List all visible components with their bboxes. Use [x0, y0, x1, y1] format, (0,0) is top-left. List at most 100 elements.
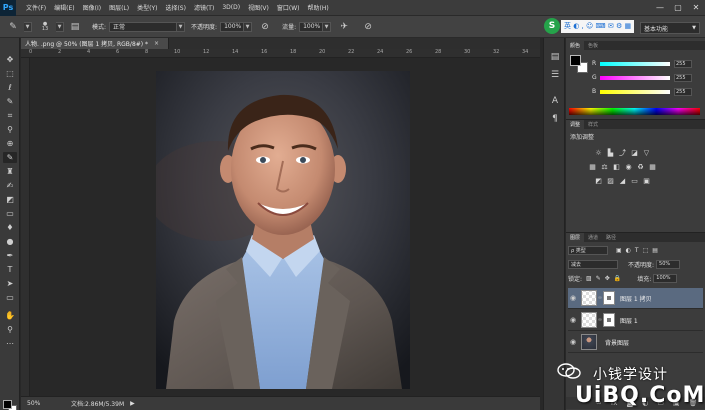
menu-select[interactable]: 选择(S)	[161, 3, 190, 12]
lasso-tool-icon[interactable]: ℓ	[3, 82, 17, 93]
layer-row[interactable]: ◉ ∞ 图层 1 拷贝	[568, 288, 703, 309]
flow-dropdown-arrow[interactable]: ▼	[323, 21, 332, 32]
posterize-icon[interactable]: ▨	[606, 176, 615, 185]
gradient-tool-icon[interactable]: ▭	[3, 208, 17, 219]
menu-type[interactable]: 类型(Y)	[133, 3, 161, 12]
levels-icon[interactable]: ▙	[606, 148, 615, 157]
airbrush-icon[interactable]: ✈	[337, 20, 351, 34]
minimize-button[interactable]: —	[651, 0, 669, 16]
mode-select[interactable]: 正常	[109, 21, 178, 32]
workspace-select[interactable]: 基本功能 ▼	[640, 22, 700, 34]
menu-file[interactable]: 文件(F)	[22, 3, 50, 12]
quick-select-tool-icon[interactable]: ✎	[3, 96, 17, 107]
brush-size-picker[interactable]: ● 13	[38, 20, 52, 34]
crop-tool-icon[interactable]: ⌗	[3, 110, 17, 121]
pressure-size-icon[interactable]: ⊘	[361, 20, 375, 34]
healing-brush-tool-icon[interactable]: ⊕	[3, 138, 17, 149]
red-value[interactable]: 255	[674, 59, 692, 68]
foreground-color-swatch[interactable]	[570, 55, 581, 66]
status-menu-arrow[interactable]: ▶	[130, 400, 135, 407]
brightness-icon[interactable]: ☼	[594, 148, 603, 157]
eye-icon[interactable]: ◉	[568, 316, 578, 324]
black-white-icon[interactable]: ◧	[612, 162, 621, 171]
blue-slider[interactable]	[600, 89, 670, 94]
close-tab-icon[interactable]: ×	[154, 40, 159, 47]
lock-icons[interactable]: ▨✎✥🔒	[586, 275, 625, 282]
curves-icon[interactable]: ⤴	[618, 148, 627, 157]
clone-stamp-tool-icon[interactable]: ♜	[3, 166, 17, 177]
tab-swatches[interactable]: 色板	[584, 41, 602, 50]
mode-dropdown-arrow[interactable]: ▼	[177, 21, 186, 32]
menu-view[interactable]: 视图(V)	[244, 3, 273, 12]
sogou-ime-icon[interactable]: S	[544, 18, 560, 34]
path-select-tool-icon[interactable]: ➤	[3, 278, 17, 289]
brush-tool-preset-icon[interactable]: ✎	[6, 20, 20, 34]
zoom-level[interactable]: 50%	[27, 400, 47, 407]
menu-filter[interactable]: 滤镜(T)	[190, 3, 218, 12]
foreground-color-swatch[interactable]	[3, 400, 12, 409]
layer-filter-select[interactable]: ρ 类型	[568, 245, 608, 255]
maximize-button[interactable]: ▢	[669, 0, 687, 16]
edit-toolbar-icon[interactable]: ⋯	[3, 338, 17, 349]
tab-adjustments[interactable]: 调整	[566, 120, 585, 129]
paragraph-panel-icon[interactable]: ¶	[548, 112, 562, 125]
red-slider[interactable]	[600, 61, 670, 66]
tab-paths[interactable]: 路径	[602, 233, 620, 242]
zoom-tool-icon[interactable]: ⚲	[3, 324, 17, 335]
brush-tool-icon[interactable]: ✎	[3, 152, 17, 163]
type-tool-icon[interactable]: T	[3, 264, 17, 275]
layer-filter-icons[interactable]: ▣◐T⬚▤	[616, 247, 662, 254]
pressure-opacity-icon[interactable]: ⊘	[258, 20, 272, 34]
threshold-icon[interactable]: ◢	[618, 176, 627, 185]
opacity-dropdown-arrow[interactable]: ▼	[244, 21, 253, 32]
history-brush-tool-icon[interactable]: ✍	[3, 180, 17, 191]
green-value[interactable]: 255	[674, 73, 692, 82]
invert-icon[interactable]: ◩	[594, 176, 603, 185]
exposure-icon[interactable]: ◪	[630, 148, 639, 157]
fill-input[interactable]: 100%	[653, 273, 678, 283]
menu-image[interactable]: 图像(I)	[79, 3, 105, 12]
pen-tool-icon[interactable]: ✒	[3, 250, 17, 261]
eraser-tool-icon[interactable]: ◩	[3, 194, 17, 205]
opacity-input[interactable]: 100%	[220, 21, 245, 32]
move-tool-icon[interactable]: ✥	[3, 54, 17, 65]
hand-tool-icon[interactable]: ✋	[3, 310, 17, 321]
shape-tool-icon[interactable]: ▭	[3, 292, 17, 303]
color-balance-icon[interactable]: ⚖	[600, 162, 609, 171]
blue-value[interactable]: 255	[674, 87, 692, 96]
layer-row[interactable]: ◉ ∞ 图层 1	[568, 310, 703, 331]
properties-panel-icon[interactable]: ☰	[548, 68, 562, 81]
menu-window[interactable]: 窗口(W)	[273, 3, 304, 12]
brush-size-dropdown[interactable]: ▼	[56, 21, 64, 32]
photo-filter-icon[interactable]: ◉	[624, 162, 633, 171]
color-lookup-icon[interactable]: ▦	[648, 162, 657, 171]
layer-mask-thumbnail[interactable]	[603, 291, 615, 305]
channel-mixer-icon[interactable]: ♻	[636, 162, 645, 171]
ime-status[interactable]: 英 ◐ , ☺ ⌨ ✉ ⚙ ▦	[561, 19, 635, 33]
selective-color-icon[interactable]: ▣	[642, 176, 651, 185]
menu-layer[interactable]: 图层(L)	[105, 3, 133, 12]
layer-row[interactable]: ◉ 背景图层	[568, 332, 703, 353]
eye-icon[interactable]: ◉	[568, 338, 578, 346]
history-panel-icon[interactable]: ▤	[548, 50, 562, 63]
character-panel-icon[interactable]: A	[548, 94, 562, 107]
eye-icon[interactable]: ◉	[568, 294, 578, 302]
tab-layers[interactable]: 图层	[566, 233, 585, 242]
color-spectrum[interactable]	[569, 108, 700, 115]
flow-input[interactable]: 100%	[299, 21, 324, 32]
layer-opacity-input[interactable]: 50%	[656, 259, 681, 269]
dodge-tool-icon[interactable]: ●	[3, 236, 17, 247]
tab-color[interactable]: 颜色	[566, 41, 585, 50]
gradient-map-icon[interactable]: ▭	[630, 176, 639, 185]
tab-channels[interactable]: 通道	[584, 233, 602, 242]
brush-panel-icon[interactable]: ▤	[68, 20, 82, 34]
tab-styles[interactable]: 样式	[584, 120, 602, 129]
document-tab[interactable]: 人物. .png @ 50% (图层 1 拷贝, RGB/8#) * ×	[21, 38, 169, 49]
layer-mask-thumbnail[interactable]	[603, 313, 615, 327]
tool-preset-dropdown[interactable]: ▼	[24, 21, 32, 32]
vibrance-icon[interactable]: ▽	[642, 148, 651, 157]
eyedropper-tool-icon[interactable]: ⚲	[3, 124, 17, 135]
blend-mode-select[interactable]: 减去	[568, 259, 618, 269]
blur-tool-icon[interactable]: ♦	[3, 222, 17, 233]
green-slider[interactable]	[600, 75, 670, 80]
